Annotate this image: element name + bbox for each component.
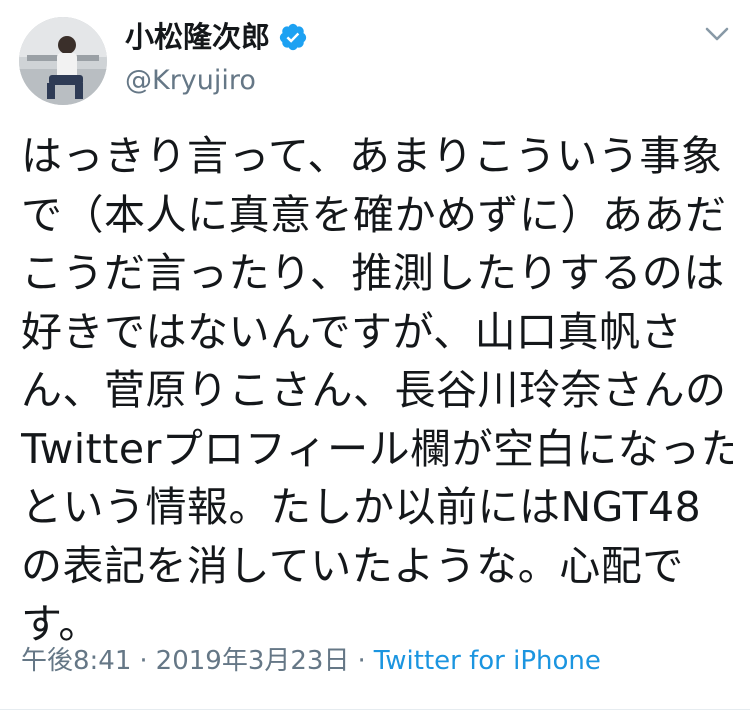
- meta-separator: ·: [139, 646, 148, 676]
- handle[interactable]: @Kryujiro: [125, 62, 308, 100]
- chevron-down-icon[interactable]: [704, 24, 730, 44]
- meta-separator: ·: [357, 646, 366, 676]
- avatar[interactable]: [19, 17, 107, 105]
- tweet-text-line: こうだ言ったり、推測したりするのは: [21, 249, 725, 297]
- tweet-time[interactable]: 午後8:41: [21, 646, 131, 676]
- tweet-text-line: Twitterプロフィール欄が空白になった: [21, 424, 733, 473]
- divider: [0, 709, 750, 710]
- tweet-meta: 午後8:41 · 2019年3月23日 · Twitter for iPhone: [21, 643, 601, 679]
- tweet-date[interactable]: 2019年3月23日: [156, 646, 350, 676]
- tweet-text-line: ん、菅原りこさん、長谷川玲奈さんの: [21, 366, 727, 414]
- tweet-text: はっきり言って、あまりこういう事象 で（本人に真意を確かめずに）ああだ こうだ言…: [21, 127, 733, 654]
- tweet-text-line: という情報。たしか以前にはNGT48: [21, 483, 702, 531]
- tweet-card: 小松隆次郎 @Kryujiro はっきり言って、あまりこういう事象 で（本人に真…: [0, 0, 750, 723]
- tweet-source-link[interactable]: Twitter for iPhone: [374, 646, 601, 676]
- display-name-row: 小松隆次郎: [125, 17, 308, 57]
- tweet-text-line: はっきり言って、あまりこういう事象: [21, 132, 723, 180]
- display-name[interactable]: 小松隆次郎: [125, 17, 270, 57]
- tweet-text-line: で（本人に真意を確かめずに）ああだ: [21, 190, 727, 239]
- user-info[interactable]: 小松隆次郎 @Kryujiro: [125, 17, 308, 100]
- tweet-text-line: の表記を消していたような。心配で: [21, 541, 684, 590]
- verified-badge-icon: [279, 23, 307, 51]
- tweet-text-line: 好きではないんですが、山口真帆さ: [21, 307, 683, 356]
